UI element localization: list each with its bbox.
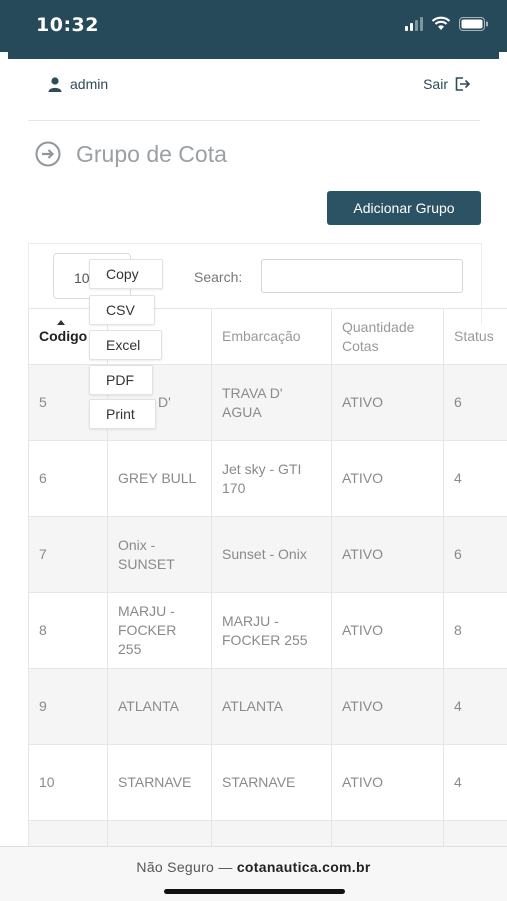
table-cell <box>108 821 212 847</box>
table-row: 9 ATLANTA ATLANTA ATIVO 4 <box>29 669 507 745</box>
table-row: 8 MARJU - FOCKER 255 MARJU - FOCKER 255 … <box>29 593 507 669</box>
user-menu[interactable]: admin <box>48 76 108 92</box>
table-cell: ATLANTA <box>212 669 332 745</box>
export-copy-button[interactable]: Copy <box>89 259 163 289</box>
table-cell: GREY BULL <box>108 441 212 517</box>
url-domain: cotanautica.com.br <box>237 859 371 875</box>
sort-ascending-icon <box>57 320 65 325</box>
table-cell: 8 <box>444 593 507 669</box>
search-label: Search: <box>194 269 242 285</box>
export-csv-button[interactable]: CSV <box>89 295 155 325</box>
table-row: 7 Onix - SUNSET Sunset - Onix ATIVO 6 <box>29 517 507 593</box>
table-cell: ATIVO <box>332 745 444 821</box>
table-cell: ATIVO <box>332 441 444 517</box>
insecure-label: Não Seguro — <box>136 859 232 875</box>
table-cell <box>332 821 444 847</box>
table-cell: 4 <box>444 669 507 745</box>
table-row: 6 GREY BULL Jet sky - GTI 170 ATIVO 4 <box>29 441 507 517</box>
status-time: 10:32 <box>36 14 99 36</box>
table-cell: STARNAVE <box>212 745 332 821</box>
table-cell: ATIVO <box>332 593 444 669</box>
table-cell: ATIVO <box>332 517 444 593</box>
table-cell: 9 <box>29 669 108 745</box>
table-cell <box>29 821 108 847</box>
add-group-button[interactable]: Adicionar Grupo <box>327 191 481 225</box>
table-cell: 6 <box>444 517 507 593</box>
column-header-status[interactable]: Status <box>444 309 507 365</box>
arrow-circle-right-icon <box>34 140 62 168</box>
export-pdf-button[interactable]: PDF <box>89 365 153 395</box>
page-title: Grupo de Cota <box>34 140 227 168</box>
column-header-embarcacao[interactable]: Embarcação <box>212 309 332 365</box>
username: admin <box>70 76 108 92</box>
export-excel-button[interactable]: Excel <box>89 330 162 360</box>
table-cell: ATIVO <box>332 365 444 441</box>
table-cell: 6 <box>444 365 507 441</box>
column-header-quantidade-cotas[interactable]: Quantidade Cotas <box>332 309 444 365</box>
table-cell: 7 <box>29 517 108 593</box>
table-cell: MARJU - FOCKER 255 <box>108 593 212 669</box>
table-cell: TRAVA D' AGUA <box>212 365 332 441</box>
table-row <box>29 821 507 847</box>
battery-icon <box>459 17 489 31</box>
table-cell <box>212 821 332 847</box>
table-cell <box>444 821 507 847</box>
browser-url: Não Seguro — cotanautica.com.br <box>0 859 507 875</box>
table-cell: 6 <box>29 441 108 517</box>
table-cell: 4 <box>444 441 507 517</box>
table-cell: ATIVO <box>332 669 444 745</box>
top-navbar: admin Sair <box>28 68 480 121</box>
table-cell: Onix - SUNSET <box>108 517 212 593</box>
logout-link[interactable]: Sair <box>423 76 470 92</box>
export-print-button[interactable]: Print <box>89 399 156 429</box>
home-indicator <box>164 889 345 894</box>
logout-icon <box>455 77 470 91</box>
table-cell: STARNAVE <box>108 745 212 821</box>
table-cell: 10 <box>29 745 108 821</box>
search-input[interactable] <box>261 259 463 293</box>
logout-label: Sair <box>423 76 448 92</box>
header-strip <box>8 52 499 59</box>
status-bar: 10:32 <box>0 0 507 52</box>
table-row: 10 STARNAVE STARNAVE ATIVO 4 <box>29 745 507 821</box>
user-icon <box>48 77 62 92</box>
wifi-icon <box>431 16 451 31</box>
page-title-text: Grupo de Cota <box>76 141 227 168</box>
signal-icon <box>405 17 423 31</box>
table-cell: MARJU - FOCKER 255 <box>212 593 332 669</box>
table-cell: 4 <box>444 745 507 821</box>
table-cell: 8 <box>29 593 108 669</box>
table-cell: Sunset - Onix <box>212 517 332 593</box>
table-cell: ATLANTA <box>108 669 212 745</box>
table-cell: Jet sky - GTI 170 <box>212 441 332 517</box>
